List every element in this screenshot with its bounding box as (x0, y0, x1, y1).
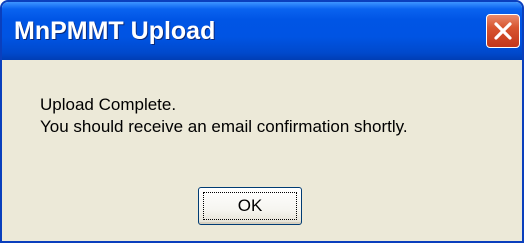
title-bar[interactable]: MnPMMT Upload (2, 2, 522, 60)
close-button[interactable] (486, 14, 520, 48)
close-icon (494, 22, 512, 40)
message-line-1: Upload Complete. (40, 95, 177, 114)
message-line-2: You should receive an email confirmation… (40, 117, 408, 136)
dialog-window: MnPMMT Upload Upload Complete. You shoul… (0, 0, 524, 243)
dialog-body: Upload Complete. You should receive an e… (2, 60, 522, 241)
ok-focus-outline: OK (203, 192, 297, 220)
ok-button[interactable]: OK (198, 187, 302, 225)
window-title: MnPMMT Upload (14, 17, 216, 45)
ok-button-label: OK (237, 196, 263, 215)
